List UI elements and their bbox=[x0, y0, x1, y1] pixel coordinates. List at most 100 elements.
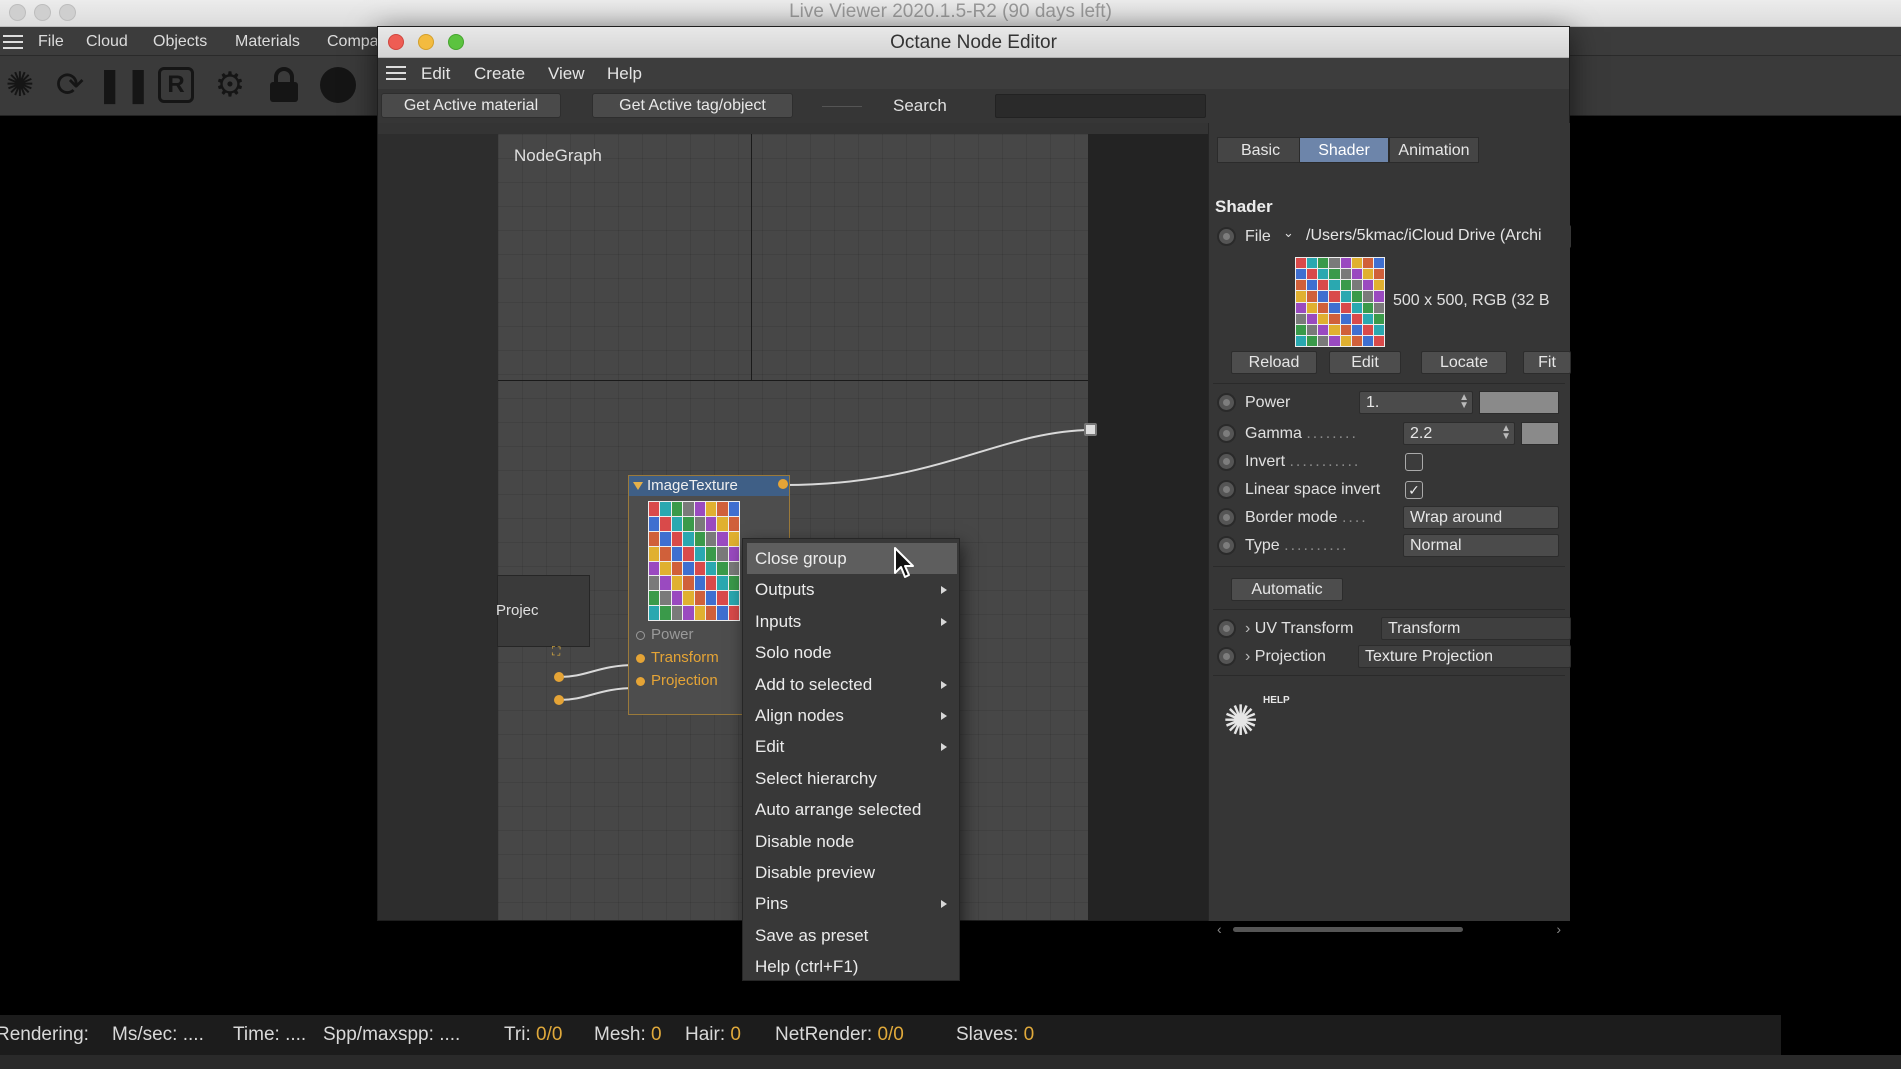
menu-file[interactable]: File bbox=[38, 27, 64, 56]
context-menu-item-label: Solo node bbox=[755, 643, 832, 663]
border-anim-radio[interactable] bbox=[1217, 508, 1236, 527]
texture-tile bbox=[1307, 258, 1318, 269]
hamburger-menu-icon[interactable] bbox=[3, 35, 23, 49]
pin-projection-icon bbox=[636, 677, 645, 686]
tab-basic[interactable]: Basic bbox=[1217, 137, 1304, 163]
texture-tile bbox=[694, 576, 705, 591]
panel-horizontal-scrollbar[interactable]: ‹ › bbox=[1217, 919, 1563, 939]
menu-cloud[interactable]: Cloud bbox=[86, 27, 128, 56]
texture-tile bbox=[1296, 335, 1307, 346]
context-menu-item[interactable]: Pins bbox=[743, 888, 959, 919]
type-dropdown[interactable]: Normal bbox=[1403, 534, 1559, 557]
octane-logo-icon[interactable]: ✺ bbox=[0, 65, 40, 105]
texture-tile bbox=[1373, 291, 1384, 302]
expand-icon[interactable]: ⛶ bbox=[552, 644, 560, 659]
collapse-triangle-icon[interactable] bbox=[633, 482, 643, 490]
context-menu-item[interactable]: Outputs bbox=[743, 574, 959, 605]
projection-node-label: Projec bbox=[496, 602, 539, 619]
context-menu-item-label: Save as preset bbox=[755, 925, 869, 945]
context-menu-item[interactable]: Align nodes bbox=[743, 700, 959, 731]
projection-label[interactable]: › Projection bbox=[1245, 647, 1326, 667]
output-endpoint[interactable] bbox=[1084, 423, 1097, 436]
imagetexture-output-pin[interactable] bbox=[778, 479, 788, 489]
pin-power[interactable]: Power bbox=[629, 626, 694, 644]
edit-button[interactable]: Edit bbox=[1329, 351, 1401, 374]
context-menu-item[interactable]: Disable node bbox=[743, 826, 959, 857]
type-label: Type .......... bbox=[1245, 537, 1349, 554]
type-anim-radio[interactable] bbox=[1217, 536, 1236, 555]
context-menu-item[interactable]: Solo node bbox=[743, 637, 959, 668]
pause-icon[interactable]: ❚❚ bbox=[96, 65, 153, 105]
texture-tile bbox=[671, 591, 683, 606]
lock-icon[interactable] bbox=[264, 65, 304, 105]
reload-button[interactable]: Reload bbox=[1231, 351, 1317, 374]
texture-tile bbox=[1373, 335, 1384, 346]
pin-transform[interactable]: Transform bbox=[629, 649, 719, 667]
context-menu-item[interactable]: Select hierarchy bbox=[743, 763, 959, 794]
texture-tile bbox=[1318, 280, 1329, 291]
texture-tile bbox=[1362, 302, 1373, 313]
texture-tile bbox=[728, 561, 739, 576]
power-anim-radio[interactable] bbox=[1217, 393, 1236, 412]
tab-shader[interactable]: Shader bbox=[1299, 137, 1389, 163]
scroll-thumb bbox=[1233, 927, 1463, 932]
texture-tile bbox=[1296, 258, 1307, 269]
context-menu-item[interactable]: Save as preset bbox=[743, 920, 959, 951]
linear-space-invert-checkbox[interactable]: ✓ bbox=[1405, 481, 1423, 499]
menu-compa[interactable]: Compa bbox=[327, 27, 379, 56]
texture-tile bbox=[1373, 302, 1384, 313]
border-mode-label: Border mode .... bbox=[1245, 509, 1368, 526]
imagetexture-node-header[interactable]: ImageTexture bbox=[629, 476, 789, 496]
fit-button[interactable]: Fit bbox=[1523, 351, 1571, 374]
gamma-input[interactable]: 2.2 ▲ ▼ bbox=[1403, 422, 1515, 445]
locate-button[interactable]: Locate bbox=[1421, 351, 1507, 374]
power-input[interactable]: 1. ▲ ▼ bbox=[1359, 391, 1473, 414]
texture-tile bbox=[1373, 324, 1384, 335]
linear-anim-radio[interactable] bbox=[1217, 480, 1236, 499]
context-menu-item[interactable]: Add to selected bbox=[743, 669, 959, 700]
texture-tile bbox=[1329, 280, 1340, 291]
chevron-down-icon[interactable]: ⌄ bbox=[1283, 225, 1294, 241]
texture-tile bbox=[717, 516, 728, 531]
invert-anim-radio[interactable] bbox=[1217, 452, 1236, 471]
gear-icon[interactable]: ⚙ bbox=[210, 65, 250, 105]
r-icon[interactable]: R bbox=[156, 65, 196, 105]
texture-tile bbox=[671, 502, 683, 516]
uv-transform-label[interactable]: › UV Transform bbox=[1245, 619, 1353, 639]
texture-tile bbox=[1329, 313, 1340, 324]
octane-help-logo-icon[interactable]: ✺ HELP bbox=[1223, 693, 1290, 743]
menu-objects[interactable]: Objects bbox=[153, 27, 207, 56]
context-menu-item[interactable]: Help (ctrl+F1) bbox=[743, 951, 959, 982]
invert-checkbox[interactable] bbox=[1405, 453, 1423, 471]
projection-node[interactable]: Projec ⛶ bbox=[496, 575, 590, 658]
context-menu-item[interactable]: Edit bbox=[743, 731, 959, 762]
texture-tile bbox=[717, 531, 728, 546]
power-slider[interactable] bbox=[1479, 391, 1559, 414]
context-menu-item[interactable]: Auto arrange selected bbox=[743, 794, 959, 825]
projection-anim-radio[interactable] bbox=[1217, 647, 1236, 666]
submenu-arrow-icon bbox=[941, 712, 947, 720]
texture-tile bbox=[728, 531, 739, 546]
refresh-icon[interactable]: ⟳ bbox=[50, 65, 90, 105]
context-menu-item[interactable]: Inputs bbox=[743, 606, 959, 637]
pin-projection[interactable]: Projection bbox=[629, 672, 718, 690]
gamma-slider[interactable] bbox=[1521, 422, 1559, 445]
file-anim-radio[interactable] bbox=[1217, 227, 1236, 246]
file-path-field[interactable]: /Users/5kmac/iCloud Drive (Archi bbox=[1300, 225, 1571, 248]
sphere-icon[interactable] bbox=[318, 65, 358, 105]
gamma-anim-radio[interactable] bbox=[1217, 424, 1236, 443]
texture-tile bbox=[1362, 269, 1373, 280]
context-menu-item[interactable]: Disable preview bbox=[743, 857, 959, 888]
proj-out-pin-2[interactable] bbox=[554, 695, 564, 705]
uv-transform-field[interactable]: Transform bbox=[1381, 617, 1571, 640]
projection-field[interactable]: Texture Projection bbox=[1358, 645, 1571, 668]
proj-out-pin-1[interactable] bbox=[554, 672, 564, 682]
border-mode-dropdown[interactable]: Wrap around bbox=[1403, 506, 1559, 529]
context-menu-item[interactable]: Close group bbox=[747, 543, 957, 574]
uv-anim-radio[interactable] bbox=[1217, 619, 1236, 638]
tab-animation[interactable]: Animation bbox=[1389, 137, 1479, 163]
automatic-button[interactable]: Automatic bbox=[1231, 578, 1343, 601]
texture-tile bbox=[728, 606, 739, 620]
separator bbox=[1213, 609, 1565, 610]
menu-materials[interactable]: Materials bbox=[235, 27, 300, 56]
